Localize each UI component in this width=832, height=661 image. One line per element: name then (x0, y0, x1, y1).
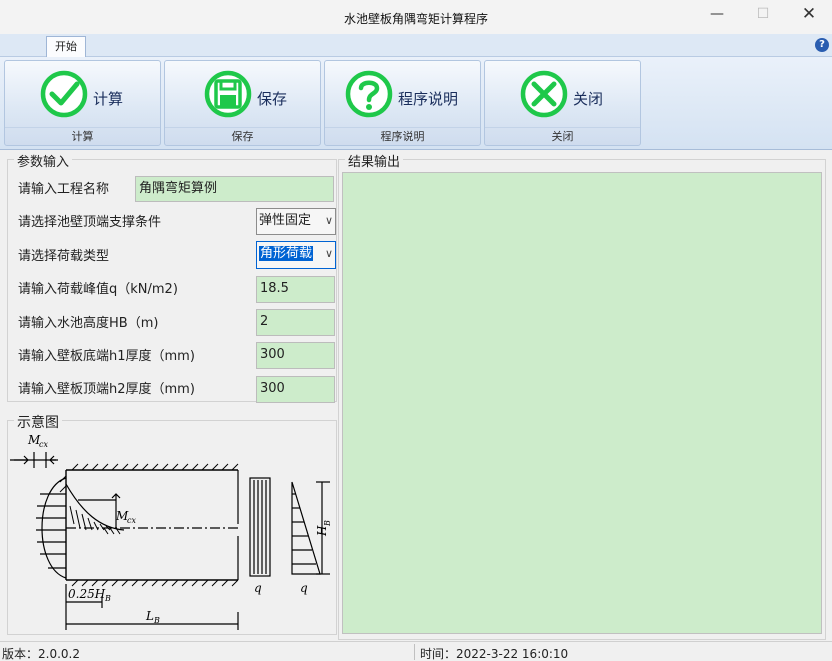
ribbon: 计算 计算 保存 保存 程序说明 程序说明 关闭 关闭 (0, 57, 832, 150)
calc-button[interactable]: 计算 (5, 61, 160, 129)
save-button[interactable]: 保存 (165, 61, 320, 129)
close-window-button[interactable]: ✕ (786, 0, 832, 30)
bottom-thickness-input[interactable]: 300 (256, 342, 335, 369)
ribbon-group-save: 保存 保存 (164, 60, 321, 146)
minimize-button[interactable]: — (694, 0, 740, 30)
load-peak-input[interactable]: 18.5 (256, 276, 335, 303)
diagram-label-q1: q (254, 581, 262, 595)
group-label-save: 保存 (165, 127, 320, 144)
diagram-label-mcx-top-sub: cx (39, 440, 48, 449)
check-circle-icon (40, 70, 88, 118)
pool-height-input[interactable]: 2 (256, 309, 335, 336)
maximize-button[interactable]: ☐ (740, 0, 786, 30)
title-bar: 水池壁板角隅弯矩计算程序 — ☐ ✕ (0, 0, 832, 34)
status-separator (414, 644, 415, 660)
group-label-close: 关闭 (485, 127, 640, 144)
x-circle-icon (520, 70, 568, 118)
load-type-label: 请选择荷载类型 (18, 249, 110, 264)
ribbon-tab-strip: 开始 ? (0, 34, 832, 58)
load-peak-label: 请输入荷载峰值q（kN/m2) (18, 282, 178, 297)
diagram-label-lb: L (145, 609, 154, 623)
close-button[interactable]: 关闭 (485, 61, 640, 129)
version-text: 版本：2.0.0.2 (2, 647, 80, 661)
diagram-label-quarter-hb: 0.25H (68, 587, 106, 601)
ribbon-group-help: 程序说明 程序说明 (324, 60, 481, 146)
project-name-input[interactable]: 角隅弯矩算例 (135, 176, 334, 202)
results-legend: 结果输出 (345, 151, 404, 170)
calc-button-label: 计算 (93, 90, 124, 108)
ribbon-group-calc: 计算 计算 (4, 60, 161, 146)
close-button-label: 关闭 (573, 90, 604, 108)
chevron-down-icon: ∨ (324, 247, 333, 260)
results-output-area[interactable] (342, 172, 822, 634)
bottom-thickness-label: 请输入壁板底端h1厚度（mm) (18, 349, 195, 364)
params-panel: 参数输入 请输入工程名称 角隅弯矩算例 请选择池壁顶端支撑条件 弹性固定 ∨ 请… (7, 151, 337, 403)
project-name-label: 请输入工程名称 (18, 182, 110, 197)
pool-height-label: 请输入水池高度HB（m) (18, 316, 159, 331)
corner-moment-diagram: M cx M cx H B q q 0.25H B L B (10, 433, 332, 630)
support-condition-value: 弹性固定 (259, 213, 312, 228)
top-thickness-label: 请输入壁板顶端h2厚度（mm) (18, 382, 195, 397)
chevron-down-icon: ∨ (324, 214, 333, 227)
time-text: 时间：2022-3-22 16:0:10 (420, 647, 569, 661)
diagram-label-lb-sub: B (153, 616, 160, 625)
program-help-button[interactable]: 程序说明 (325, 61, 480, 129)
ribbon-group-close: 关闭 关闭 (484, 60, 641, 146)
app-window: 水池壁板角隅弯矩计算程序 — ☐ ✕ 开始 ? 计算 计算 保存 保存 程序说明… (0, 0, 832, 661)
diagram-label-mcx-mid-sub: cx (127, 516, 136, 525)
diagram-label-q2: q (300, 581, 308, 595)
support-condition-select[interactable]: 弹性固定 ∨ (256, 208, 336, 235)
support-condition-label: 请选择池壁顶端支撑条件 (18, 215, 162, 230)
group-label-help: 程序说明 (325, 127, 480, 144)
tab-start[interactable]: 开始 (46, 36, 86, 58)
group-label-calc: 计算 (5, 127, 160, 144)
load-type-select[interactable]: 角形荷载 ∨ (256, 241, 336, 269)
save-button-label: 保存 (257, 90, 288, 108)
diagram-label-quarter-hb-sub: B (104, 594, 111, 603)
help-icon[interactable]: ? (815, 38, 829, 52)
question-circle-icon (345, 70, 393, 118)
status-bar: 版本：2.0.0.2 时间：2022-3-22 16:0:10 (0, 641, 832, 661)
program-help-label: 程序说明 (398, 90, 459, 108)
diagram-label-hb-sub: B (323, 520, 332, 527)
floppy-disk-icon (204, 70, 252, 118)
load-type-value: 角形荷载 (259, 246, 314, 261)
params-legend: 参数输入 (14, 151, 73, 170)
top-thickness-input[interactable]: 300 (256, 376, 335, 403)
